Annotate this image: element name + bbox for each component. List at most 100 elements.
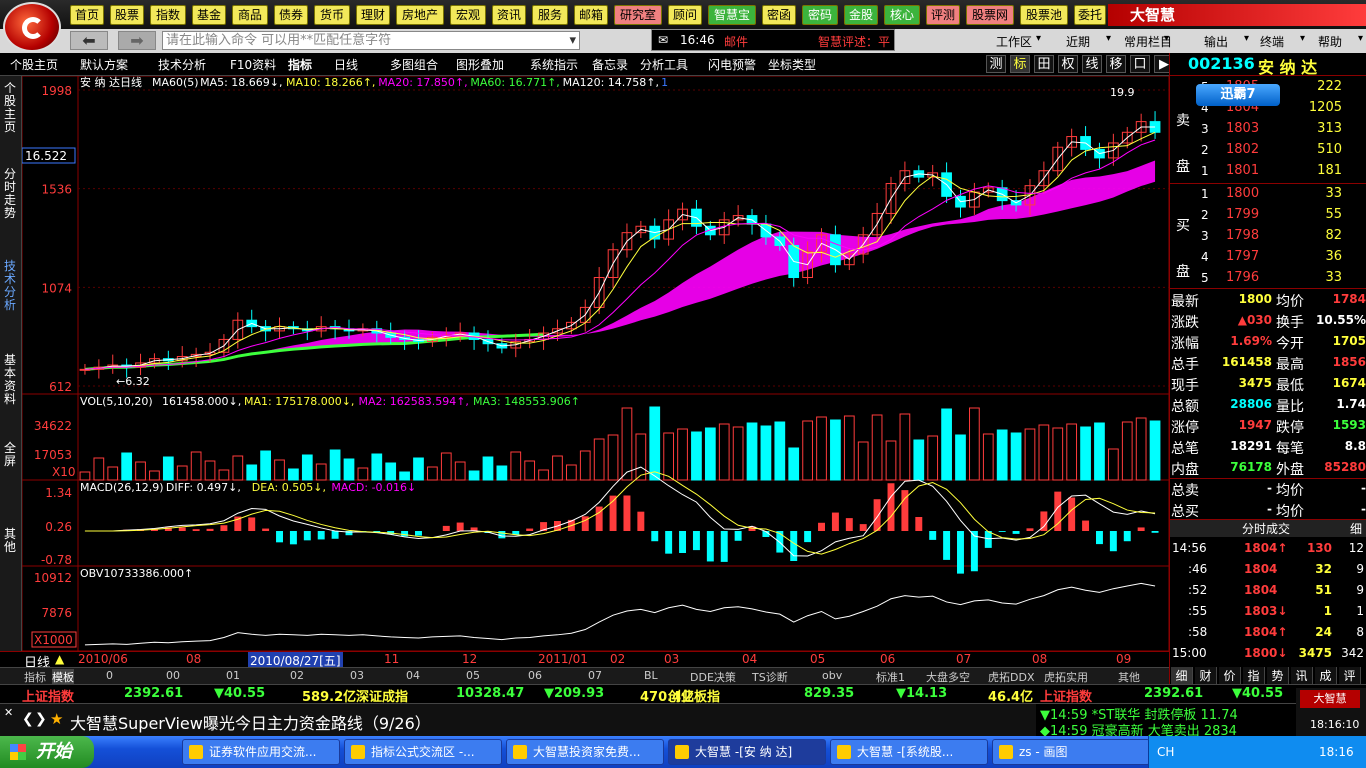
toolbar-item[interactable]: 系统指示: [530, 56, 578, 73]
toolbar-right-item[interactable]: 标: [1010, 55, 1030, 73]
bottom-tab[interactable]: 虎拓实用: [1044, 669, 1088, 685]
toolbar-right-item[interactable]: 口: [1130, 55, 1150, 73]
right-tab[interactable]: 财: [1195, 667, 1217, 684]
bottom-tab[interactable]: 03: [350, 669, 364, 682]
news-headline[interactable]: 大智慧SuperView曝光今日主力资金路线（9/26）: [70, 710, 431, 734]
taskbar-item[interactable]: zs - 画图: [992, 739, 1150, 765]
right-tab[interactable]: 讯: [1291, 667, 1313, 684]
command-input[interactable]: 请在此输入命令 可以用**匹配任意字符 ▾: [162, 31, 580, 50]
tray-language[interactable]: CH: [1157, 745, 1174, 759]
right-tab[interactable]: 势: [1267, 667, 1289, 684]
toolbar-item[interactable]: 个股主页: [10, 56, 58, 73]
right-tab[interactable]: 细: [1171, 667, 1193, 684]
bottom-tab[interactable]: 指标: [24, 669, 46, 685]
taskbar-item[interactable]: 大智慧投资家免费...: [506, 739, 664, 765]
left-tab[interactable]: 技术分析: [0, 260, 20, 312]
forward-button[interactable]: ➡: [118, 31, 156, 50]
nav-button[interactable]: 资讯: [492, 5, 526, 25]
taskbar-item[interactable]: 证券软件应用交流...: [182, 739, 340, 765]
bottom-tab[interactable]: obv: [822, 669, 842, 682]
bottom-tab[interactable]: 06: [528, 669, 542, 682]
menu-item[interactable]: 帮助: [1318, 33, 1342, 50]
nav-button[interactable]: 顾问: [668, 5, 702, 25]
menu-item[interactable]: 近期: [1066, 33, 1090, 50]
nav-button[interactable]: 研究室: [614, 5, 662, 25]
bottom-tab[interactable]: BL: [644, 669, 658, 682]
taskbar-item[interactable]: 大智慧 -[安 纳 达]: [668, 739, 826, 765]
left-tab[interactable]: 全屏: [0, 442, 20, 468]
app-logo-icon[interactable]: [3, 2, 61, 52]
ticker-box[interactable]: ✉ 16:46 邮件 智慧评述：平: [651, 29, 895, 51]
start-button[interactable]: 开始: [0, 736, 94, 768]
nav-button[interactable]: 指数: [150, 5, 186, 25]
trades-extra[interactable]: 细: [1350, 520, 1362, 537]
tray-time[interactable]: 18:16: [1319, 745, 1354, 759]
bottom-tab[interactable]: 01: [226, 669, 240, 682]
bottom-tab[interactable]: 虎拓DDX: [988, 669, 1034, 685]
bottom-tab[interactable]: 0: [106, 669, 113, 682]
chevron-down-icon[interactable]: ▾: [569, 32, 576, 49]
nav-button[interactable]: 理财: [356, 5, 390, 25]
toolbar-item[interactable]: 多图组合: [390, 56, 438, 73]
toolbar-item[interactable]: 坐标类型: [768, 56, 816, 73]
toolbar-item[interactable]: 闪电预警: [708, 56, 756, 73]
right-tab[interactable]: 评: [1339, 667, 1361, 684]
nav-button[interactable]: 评测: [926, 5, 960, 25]
nav-button[interactable]: 商品: [232, 5, 268, 25]
bottom-tab[interactable]: 04: [406, 669, 420, 682]
bottom-tab[interactable]: 02: [290, 669, 304, 682]
nav-button[interactable]: 金股: [844, 5, 878, 25]
chevron-left-icon[interactable]: ❮: [22, 711, 34, 727]
toolbar-item[interactable]: 指标: [288, 56, 312, 73]
toolbar-item[interactable]: 日线: [334, 56, 358, 73]
nav-button[interactable]: 股票池: [1020, 5, 1068, 25]
nav-button[interactable]: 货币: [314, 5, 350, 25]
toolbar-item[interactable]: 默认方案: [80, 56, 128, 73]
nav-button[interactable]: 房地产: [396, 5, 444, 25]
left-tab[interactable]: 分时走势: [0, 168, 20, 220]
menu-item[interactable]: 输出: [1204, 33, 1228, 50]
toolbar-item[interactable]: 图形叠加: [456, 56, 504, 73]
nav-button[interactable]: 首页: [70, 5, 104, 25]
nav-button[interactable]: 智慧宝: [708, 5, 756, 25]
bottom-tab[interactable]: 05: [466, 669, 480, 682]
nav-button[interactable]: 核心: [884, 5, 920, 25]
toolbar-item[interactable]: 技术分析: [158, 56, 206, 73]
toolbar-item[interactable]: F10资料: [230, 56, 276, 73]
nav-button[interactable]: 邮箱: [574, 5, 608, 25]
taskbar-item[interactable]: 大智慧 -[系统股...: [830, 739, 988, 765]
bottom-tab[interactable]: 07: [588, 669, 602, 682]
close-icon[interactable]: ✕: [4, 706, 13, 719]
menu-item[interactable]: 工作区: [996, 33, 1032, 50]
bottom-tab[interactable]: DDE决策: [690, 669, 736, 685]
toolbar-item[interactable]: 备忘录: [592, 56, 628, 73]
bottom-tab[interactable]: 模板: [52, 669, 74, 685]
right-tab[interactable]: 成: [1315, 667, 1337, 684]
nav-button[interactable]: 密码: [802, 5, 838, 25]
nav-button[interactable]: 股票: [110, 5, 144, 25]
toolbar-right-item[interactable]: 田: [1034, 55, 1054, 73]
right-tab[interactable]: 指: [1243, 667, 1265, 684]
toolbar-right-item[interactable]: 测: [986, 55, 1006, 73]
nav-button[interactable]: 债券: [274, 5, 308, 25]
bottom-tab[interactable]: 00: [166, 669, 180, 682]
taskbar-item[interactable]: 指标公式交流区 -...: [344, 739, 502, 765]
toolbar-right-item[interactable]: 移: [1106, 55, 1126, 73]
toolbar-right-item[interactable]: 线: [1082, 55, 1102, 73]
back-button[interactable]: ⬅: [70, 31, 108, 50]
xunba-badge[interactable]: 迅霸7: [1196, 84, 1280, 106]
bottom-tab[interactable]: 标准1: [876, 669, 905, 685]
bottom-tab[interactable]: 其他: [1118, 669, 1140, 685]
nav-button[interactable]: 密函: [762, 5, 796, 25]
nav-button[interactable]: 基金: [192, 5, 226, 25]
bottom-tab[interactable]: TS诊断: [752, 669, 788, 685]
left-tab[interactable]: 个股主页: [0, 82, 20, 134]
nav-button[interactable]: 服务: [532, 5, 568, 25]
chart-svg[interactable]: 1998 1536 1074 612 16.522 ←6.32 19.9 安 纳 达日线 MA6…: [21, 75, 1170, 666]
nav-button[interactable]: 宏观: [450, 5, 486, 25]
bottom-tab[interactable]: 大盘多空: [926, 669, 970, 685]
right-tab[interactable]: 价: [1219, 667, 1241, 684]
chevron-right-icon[interactable]: ❯: [35, 711, 47, 727]
menu-item[interactable]: 终端: [1260, 33, 1284, 50]
left-tab[interactable]: 基本资料: [0, 354, 20, 406]
